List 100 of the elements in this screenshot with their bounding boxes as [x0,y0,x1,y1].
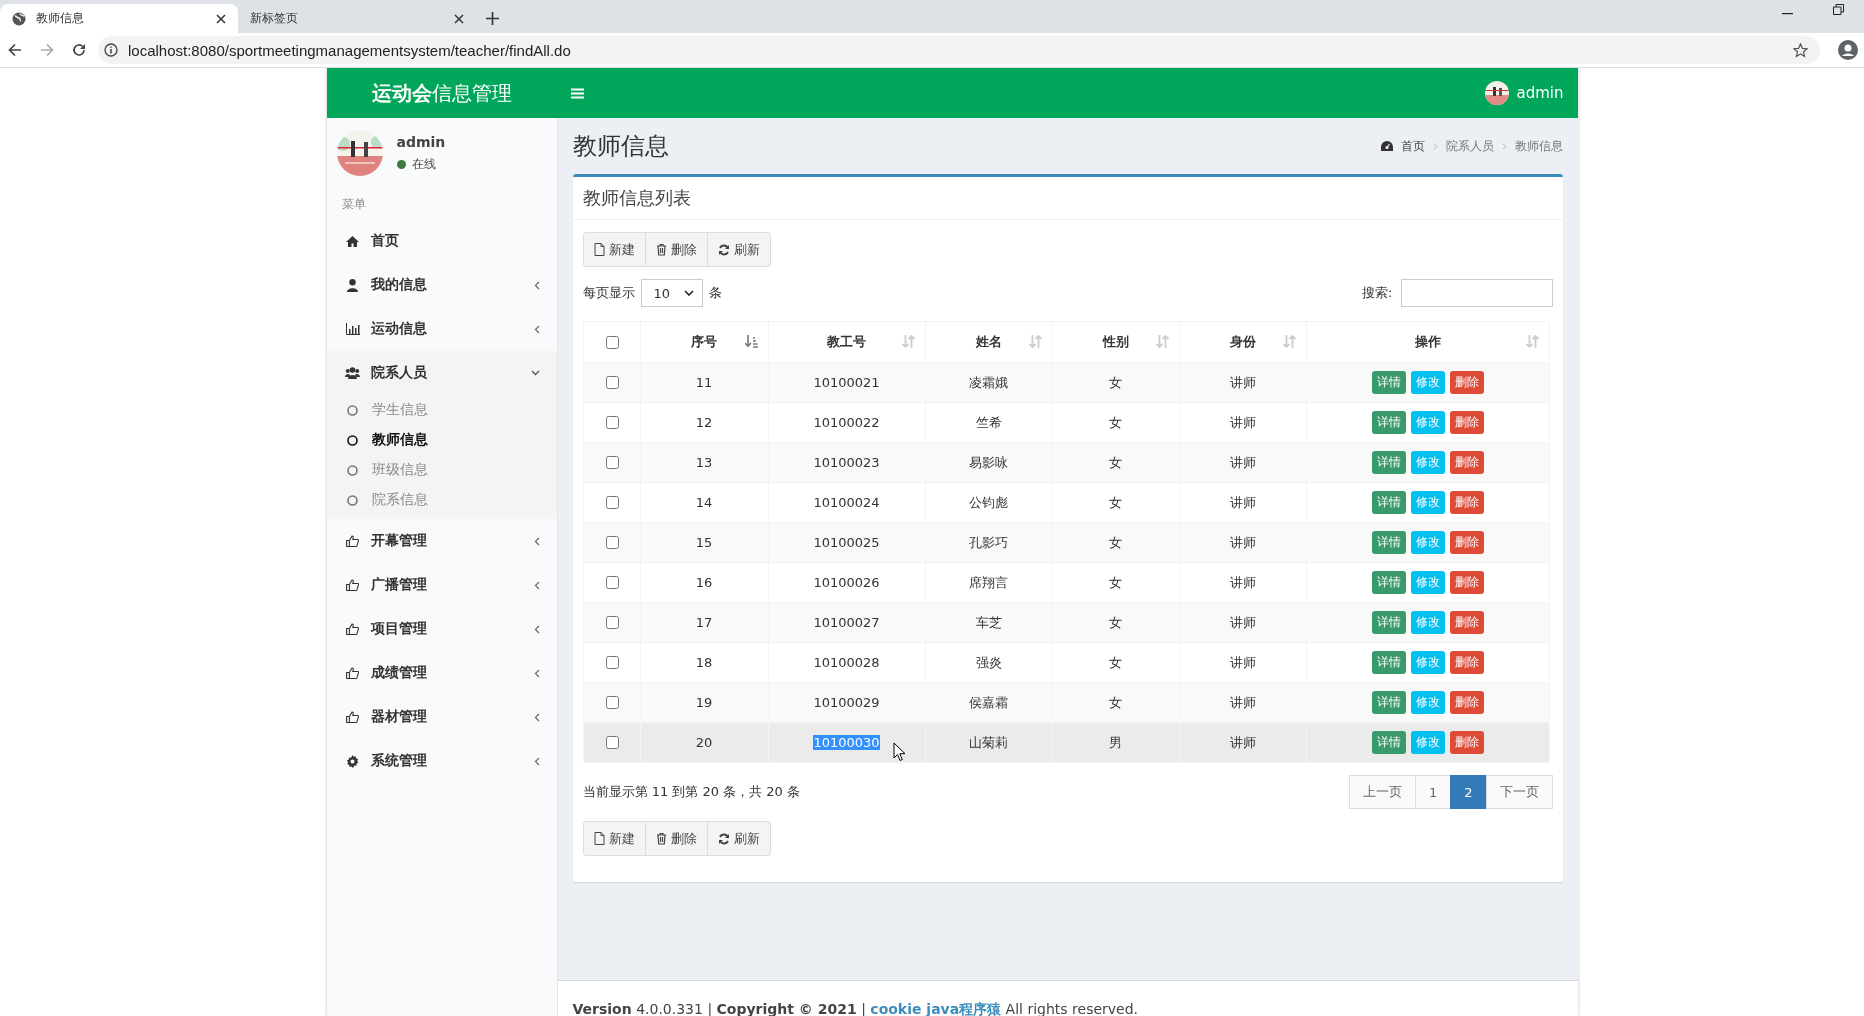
action-button[interactable]: 删除 [1449,451,1484,474]
submenu-item[interactable]: 教师信息 [326,425,557,455]
table-cell: 公钧彪 [969,494,1008,510]
checkbox[interactable] [605,416,619,429]
action-button[interactable]: 修改 [1410,531,1445,554]
checkbox[interactable] [605,616,619,629]
toolbar-button[interactable]: 新建 [582,232,646,267]
checkbox[interactable] [605,496,619,509]
action-button[interactable]: 修改 [1410,651,1445,674]
search-field[interactable] [1400,279,1553,307]
checkbox[interactable] [605,656,619,669]
action-button[interactable]: 修改 [1410,691,1445,714]
action-button[interactable]: 详情 [1371,571,1406,594]
page-button[interactable]: 上一页 [1348,775,1416,809]
action-button[interactable]: 修改 [1410,451,1445,474]
action-button[interactable]: 修改 [1410,371,1445,394]
action-button[interactable]: 删除 [1449,651,1484,674]
toolbar-button[interactable]: 刷新 [706,821,771,856]
menu-item[interactable]: 系统管理 [326,739,557,783]
submenu-item[interactable]: 班级信息 [326,455,557,485]
checkbox[interactable] [605,736,619,749]
column-header[interactable]: 姓名 [925,321,1052,363]
back-icon[interactable] [8,43,22,57]
checkbox[interactable] [605,376,619,389]
table-cell: 凌霜娥 [969,374,1008,390]
action-button[interactable]: 删除 [1449,691,1484,714]
action-button[interactable]: 删除 [1449,731,1484,754]
menu-item[interactable]: 器材管理 [326,695,557,739]
column-header[interactable]: 教工号 [768,321,925,363]
file-icon [593,243,605,256]
reload-icon[interactable] [72,43,86,57]
browser-tab[interactable]: 新标签页 [238,4,476,33]
address-field[interactable]: localhost:8080/sportmeetingmanagementsystem/teacher/findAll.do [98,36,1820,64]
toolbar-button[interactable]: 新建 [582,821,646,856]
action-button[interactable]: 详情 [1371,411,1406,434]
plus-icon[interactable] [486,12,499,25]
page-button[interactable]: 下一页 [1485,775,1553,809]
action-button[interactable]: 详情 [1371,491,1406,514]
separator-icon [1432,142,1438,150]
menu-icon[interactable] [570,87,584,99]
column-header[interactable]: 序号 [640,321,768,363]
settings-icon [346,754,359,768]
toolbar-button[interactable]: 刷新 [706,232,771,267]
table-cell: 山菊莉 [969,734,1008,750]
checkbox[interactable] [605,576,619,589]
breadcrumb-item[interactable]: 院系人员 [1445,137,1494,155]
checkbox[interactable] [605,696,619,709]
breadcrumb-item[interactable]: 首页 [1400,137,1425,155]
checkbox[interactable] [605,536,619,549]
menu-item[interactable]: 我的信息 [326,263,557,307]
checkbox[interactable] [605,335,619,349]
action-button[interactable]: 详情 [1371,531,1406,554]
minimize-icon[interactable] [1782,13,1793,15]
chevron-left-icon [533,324,540,334]
column-header[interactable]: 操作 [1306,321,1549,363]
page-length-select[interactable]: 10 [640,279,703,307]
toolbar-button[interactable]: 删除 [644,821,708,856]
app-logo[interactable]: 运动会信息管理 [326,79,557,107]
action-button[interactable]: 修改 [1410,491,1445,514]
menu-item[interactable]: 项目管理 [326,607,557,651]
action-button[interactable]: 修改 [1410,731,1445,754]
action-button[interactable]: 删除 [1449,611,1484,634]
restore-icon[interactable] [1833,4,1844,15]
action-button[interactable]: 删除 [1449,531,1484,554]
table-cell: 强炎 [975,654,1002,670]
page-button[interactable]: 2 [1450,775,1487,809]
close-icon[interactable] [216,13,226,24]
menu-item[interactable]: 院系人员 [326,351,557,395]
user-name[interactable]: admin [1516,84,1564,102]
menu-item[interactable]: 首页 [326,219,557,263]
menu-item[interactable]: 广播管理 [326,563,557,607]
star-icon[interactable] [1793,42,1808,58]
user-name: admin [396,133,446,150]
action-button[interactable]: 详情 [1371,691,1406,714]
action-button[interactable]: 删除 [1449,411,1484,434]
menu-item[interactable]: 成绩管理 [326,651,557,695]
profile-icon[interactable] [1838,40,1858,60]
action-button[interactable]: 删除 [1449,371,1484,394]
checkbox[interactable] [605,456,619,469]
action-button[interactable]: 修改 [1410,571,1445,594]
column-header[interactable]: 性别 [1052,321,1179,363]
action-button[interactable]: 删除 [1449,571,1484,594]
action-button[interactable]: 详情 [1371,611,1406,634]
submenu-item[interactable]: 学生信息 [326,395,557,425]
action-button[interactable]: 详情 [1371,651,1406,674]
submenu-item[interactable]: 院系信息 [326,485,557,515]
action-button[interactable]: 修改 [1410,611,1445,634]
browser-tab[interactable]: 教师信息 [0,4,238,33]
close-icon[interactable] [454,13,464,24]
action-button[interactable]: 详情 [1371,371,1406,394]
bar-chart-icon [345,323,360,335]
action-button[interactable]: 修改 [1410,411,1445,434]
action-button[interactable]: 详情 [1371,451,1406,474]
action-button[interactable]: 删除 [1449,491,1484,514]
action-button[interactable]: 详情 [1371,731,1406,754]
menu-item[interactable]: 运动信息 [326,307,557,351]
table-cell: 讲师 [1229,694,1256,710]
toolbar-button[interactable]: 删除 [644,232,708,267]
menu-item[interactable]: 开幕管理 [326,519,557,563]
column-header[interactable]: 身份 [1179,321,1306,363]
